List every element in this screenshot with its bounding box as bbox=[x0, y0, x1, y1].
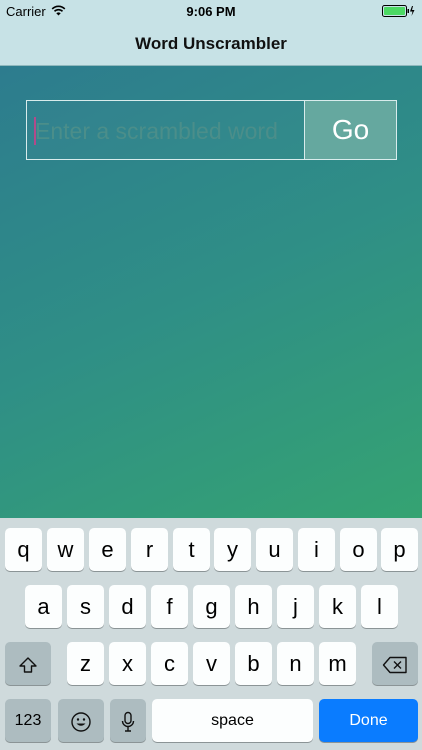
key-w[interactable]: w bbox=[47, 528, 84, 571]
key-r[interactable]: r bbox=[131, 528, 168, 571]
key-h[interactable]: h bbox=[235, 585, 272, 628]
delete-icon bbox=[382, 656, 408, 674]
key-i[interactable]: i bbox=[298, 528, 335, 571]
page-title: Word Unscrambler bbox=[135, 34, 287, 53]
navigation-bar: Word Unscrambler bbox=[0, 22, 422, 66]
key-t[interactable]: t bbox=[173, 528, 210, 571]
keyboard: q w e r t y u i o p a s d f g h j k l z … bbox=[0, 518, 422, 750]
text-cursor bbox=[34, 117, 36, 145]
go-button[interactable]: Go bbox=[304, 100, 397, 160]
delete-key[interactable] bbox=[372, 642, 418, 685]
scrambled-word-input[interactable] bbox=[35, 109, 301, 153]
space-key[interactable]: space bbox=[152, 699, 313, 742]
key-f[interactable]: f bbox=[151, 585, 188, 628]
key-c[interactable]: c bbox=[151, 642, 188, 685]
key-v[interactable]: v bbox=[193, 642, 230, 685]
key-b[interactable]: b bbox=[235, 642, 272, 685]
main-content: Go bbox=[0, 66, 422, 518]
key-a[interactable]: a bbox=[25, 585, 62, 628]
key-x[interactable]: x bbox=[109, 642, 146, 685]
status-bar: Carrier 9:06 PM bbox=[0, 0, 422, 22]
key-q[interactable]: q bbox=[5, 528, 42, 571]
microphone-icon bbox=[121, 711, 135, 733]
key-o[interactable]: o bbox=[340, 528, 377, 571]
numbers-key[interactable]: 123 bbox=[5, 699, 51, 742]
battery-icon bbox=[382, 5, 416, 20]
shift-icon bbox=[18, 655, 38, 675]
key-m[interactable]: m bbox=[319, 642, 356, 685]
shift-key[interactable] bbox=[5, 642, 51, 685]
search-field[interactable] bbox=[26, 100, 305, 160]
key-k[interactable]: k bbox=[319, 585, 356, 628]
dictation-key[interactable] bbox=[110, 699, 146, 742]
key-p[interactable]: p bbox=[381, 528, 418, 571]
key-u[interactable]: u bbox=[256, 528, 293, 571]
key-s[interactable]: s bbox=[67, 585, 104, 628]
key-n[interactable]: n bbox=[277, 642, 314, 685]
key-d[interactable]: d bbox=[109, 585, 146, 628]
emoji-icon bbox=[70, 711, 92, 733]
status-time: 9:06 PM bbox=[186, 4, 236, 19]
key-z[interactable]: z bbox=[67, 642, 104, 685]
emoji-key[interactable] bbox=[58, 699, 104, 742]
key-e[interactable]: e bbox=[89, 528, 126, 571]
key-g[interactable]: g bbox=[193, 585, 230, 628]
done-key[interactable]: Done bbox=[319, 699, 418, 742]
key-j[interactable]: j bbox=[277, 585, 314, 628]
key-l[interactable]: l bbox=[361, 585, 398, 628]
key-y[interactable]: y bbox=[214, 528, 251, 571]
